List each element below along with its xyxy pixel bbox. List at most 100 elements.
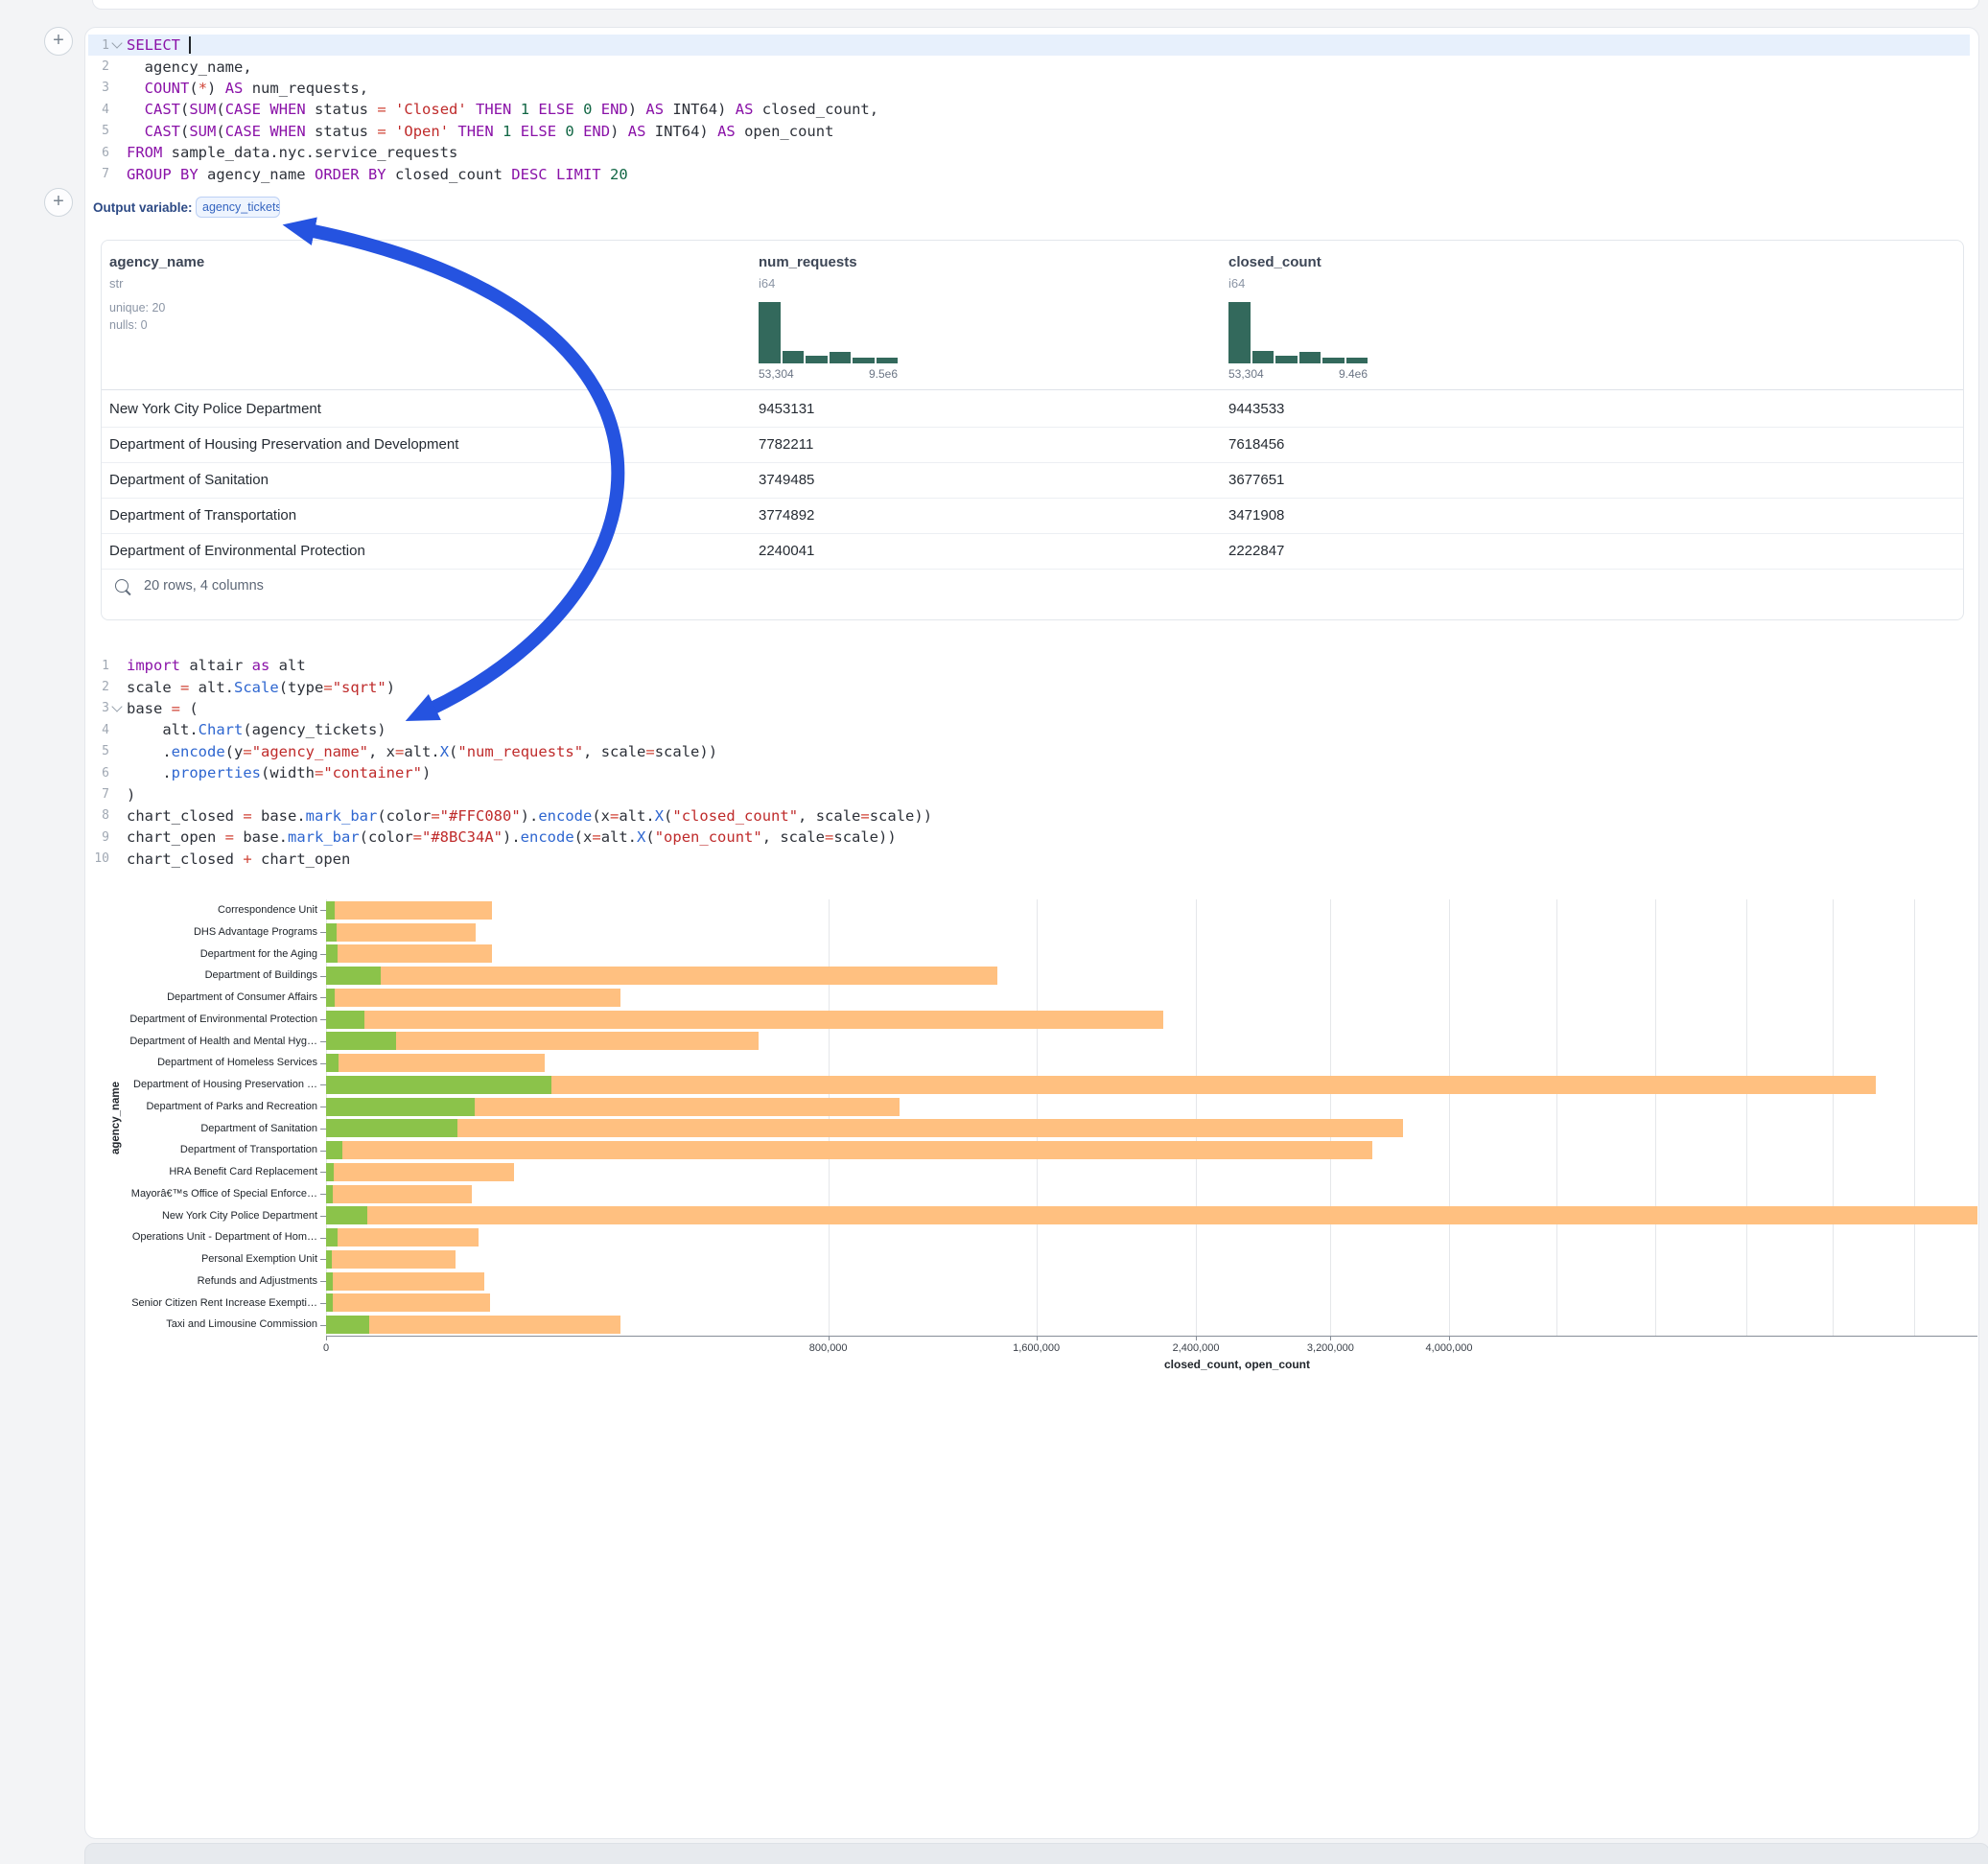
- histogram-bar: [1322, 358, 1345, 363]
- table-cell: 9443533: [1228, 401, 1284, 417]
- line-number: 2: [88, 680, 109, 694]
- bar-open_count: [326, 1119, 457, 1137]
- code-line[interactable]: 7 GROUP BY agency_name ORDER BY closed_co…: [88, 163, 1970, 184]
- line-number: 6: [88, 766, 109, 781]
- x-axis-tick-label: 2,400,000: [1153, 1342, 1239, 1354]
- bar-closed_count: [326, 1293, 490, 1312]
- gridline: [1655, 899, 1656, 1336]
- code-text: chart_closed = base.mark_bar(color="#FFC…: [127, 807, 932, 825]
- code-text: GROUP BY agency_name ORDER BY closed_cou…: [127, 166, 628, 183]
- bar-open_count: [326, 923, 337, 942]
- text-cursor: [189, 36, 191, 54]
- gridline: [1746, 899, 1747, 1336]
- code-line[interactable]: 5 .encode(y="agency_name", x=alt.X("num_…: [88, 741, 1431, 762]
- bar-open_count: [326, 1250, 332, 1269]
- y-axis-category-label: Department of Consumer Affairs: [86, 987, 317, 1009]
- code-line[interactable]: 10 chart_closed + chart_open: [88, 849, 1431, 870]
- code-line[interactable]: 4 CAST(SUM(CASE WHEN status = 'Closed' T…: [88, 99, 1970, 120]
- y-axis-category-label: Department for the Aging: [86, 944, 317, 966]
- bar-closed_count: [326, 1076, 1876, 1094]
- y-axis-category-label: Senior Citizen Rent Increase Exempti…: [86, 1293, 317, 1315]
- code-line[interactable]: 1SELECT: [88, 35, 1970, 56]
- table-cell: 3774892: [759, 507, 814, 524]
- table-cell: 3677651: [1228, 472, 1284, 488]
- code-line[interactable]: 5 CAST(SUM(CASE WHEN status = 'Open' THE…: [88, 121, 1970, 142]
- add-cell-button[interactable]: +: [44, 188, 73, 217]
- code-text: base = (: [127, 700, 199, 717]
- line-number: 3: [88, 701, 109, 715]
- line-number: 10: [88, 851, 109, 866]
- bar-closed_count: [326, 1272, 484, 1291]
- table-cell: 3749485: [759, 472, 814, 488]
- code-text: chart_closed + chart_open: [127, 850, 350, 868]
- sql-code-editor[interactable]: 1SELECT 2 agency_name,3 COUNT(*) AS num_…: [88, 35, 1970, 185]
- line-number: 1: [88, 659, 109, 673]
- code-line[interactable]: 6 .properties(width="container"): [88, 762, 1431, 783]
- y-axis-category-label: New York City Police Department: [86, 1205, 317, 1227]
- code-line[interactable]: 4 alt.Chart(agency_tickets): [88, 719, 1431, 740]
- gridline: [1330, 899, 1331, 1336]
- y-axis-category-label: Department of Housing Preservation …: [86, 1074, 317, 1096]
- column-stat-unique: unique: 20: [109, 301, 165, 315]
- chevron-down-icon[interactable]: [111, 38, 122, 49]
- bar-open_count: [326, 1032, 396, 1050]
- bar-open_count: [326, 1272, 333, 1291]
- python-code-editor[interactable]: 1import altair as alt2scale = alt.Scale(…: [88, 655, 1431, 870]
- gridline: [1037, 899, 1038, 1336]
- code-line[interactable]: 3 base = (: [88, 698, 1431, 719]
- histogram-bar: [1299, 352, 1321, 363]
- code-line[interactable]: 1import altair as alt: [88, 655, 1431, 676]
- code-line[interactable]: 3 COUNT(*) AS num_requests,: [88, 78, 1970, 99]
- bar-open_count: [326, 1185, 333, 1203]
- code-line[interactable]: 9chart_open = base.mark_bar(color="#8BC3…: [88, 827, 1431, 848]
- bar-chart: agency_name closed_count, open_count Cor…: [86, 884, 1977, 1407]
- histogram-bar: [783, 351, 805, 363]
- line-number: 5: [88, 744, 109, 758]
- x-axis-tick-label: 3,200,000: [1287, 1342, 1373, 1354]
- x-axis-tick: [1449, 1336, 1450, 1340]
- add-cell-button[interactable]: +: [44, 27, 73, 56]
- header-divider: [102, 389, 1963, 390]
- code-text: SELECT: [127, 36, 191, 54]
- code-line[interactable]: 2 agency_name,: [88, 56, 1970, 77]
- table-cell: 7782211: [759, 436, 813, 453]
- y-axis-category-label: Department of Homeless Services: [86, 1052, 317, 1074]
- code-line[interactable]: 2scale = alt.Scale(type="sqrt"): [88, 676, 1431, 697]
- results-table: agency_name str unique: 20 nulls: 0 num_…: [101, 240, 1964, 620]
- bar-closed_count: [326, 1316, 620, 1334]
- table-cell: New York City Police Department: [109, 401, 321, 417]
- bar-closed_count: [326, 1141, 1372, 1159]
- bar-closed_count: [326, 944, 492, 963]
- code-text: .encode(y="agency_name", x=alt.X("num_re…: [127, 743, 717, 760]
- table-cell: 3471908: [1228, 507, 1284, 524]
- line-number: 2: [88, 59, 109, 74]
- chevron-down-icon[interactable]: [111, 701, 122, 711]
- bar-open_count: [326, 1228, 338, 1247]
- bar-closed_count: [326, 967, 997, 985]
- bar-open_count: [326, 1141, 342, 1159]
- histogram-bar: [759, 302, 781, 363]
- bar-open_count: [326, 967, 381, 985]
- bar-closed_count: [326, 989, 620, 1007]
- code-text: FROM sample_data.nyc.service_requests: [127, 144, 457, 161]
- code-line[interactable]: 7): [88, 783, 1431, 804]
- next-cell-edge: [84, 1843, 1988, 1864]
- code-line[interactable]: 8chart_closed = base.mark_bar(color="#FF…: [88, 805, 1431, 827]
- gridline: [1833, 899, 1834, 1336]
- bar-closed_count: [326, 1250, 456, 1269]
- histogram-bar: [830, 352, 852, 363]
- code-line[interactable]: 6FROM sample_data.nyc.service_requests: [88, 142, 1970, 163]
- gridline: [1556, 899, 1557, 1336]
- line-number: 4: [88, 103, 109, 117]
- output-variable-chip[interactable]: agency_tickets: [196, 197, 280, 218]
- x-axis-tick: [326, 1336, 327, 1340]
- search-icon[interactable]: [115, 579, 129, 593]
- bar-closed_count: [326, 1206, 1977, 1224]
- y-axis-category-label: Department of Sanitation: [86, 1118, 317, 1140]
- column-dtype: str: [109, 276, 123, 291]
- y-axis-category-label: HRA Benefit Card Replacement: [86, 1161, 317, 1183]
- y-axis-category-label: Personal Exemption Unit: [86, 1248, 317, 1270]
- x-axis-tick: [829, 1336, 830, 1340]
- line-number: 7: [88, 167, 109, 181]
- gutter: [109, 43, 125, 47]
